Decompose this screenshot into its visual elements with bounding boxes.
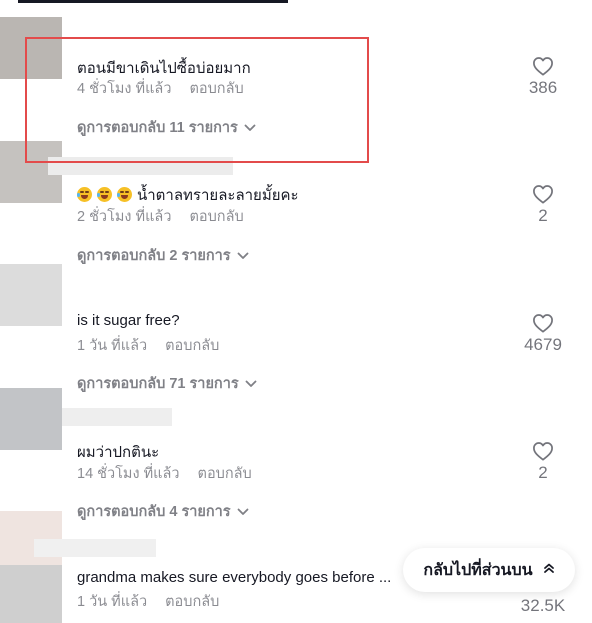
back-to-top-button[interactable]: กลับไปที่ส่วนบน	[403, 548, 575, 592]
like-count: 386	[528, 78, 558, 97]
avatar[interactable]	[0, 565, 62, 623]
comment-meta: 1 วัน ที่แล้ว ตอบกลับ	[77, 590, 219, 613]
comment-text: ผมว่าปกตินะ	[77, 444, 160, 461]
chevron-down-icon	[237, 248, 249, 264]
tab-underline-bar	[0, 0, 592, 3]
view-replies-label: ดูการตอบกลับ 71 รายการ	[77, 376, 239, 392]
username-blur	[34, 539, 156, 557]
view-replies-button[interactable]: ดูการตอบกลับ 2 รายการ	[77, 244, 249, 267]
view-replies-label: ดูการตอบกลับ 4 รายการ	[77, 504, 231, 520]
heart-outline-icon	[513, 441, 573, 461]
laughing-crying-emoji	[77, 187, 92, 202]
laughing-crying-emoji	[97, 187, 112, 202]
avatar[interactable]	[0, 264, 62, 326]
laughing-crying-emoji	[117, 187, 132, 202]
comment-meta: 1 วัน ที่แล้ว ตอบกลับ	[77, 334, 219, 357]
comment-meta: 14 ชั่วโมง ที่แล้ว ตอบกลับ	[77, 462, 252, 485]
view-replies-button[interactable]: ดูการตอบกลับ 4 รายการ	[77, 500, 249, 523]
comment-time: 1 วัน ที่แล้ว	[77, 338, 148, 354]
active-tab-indicator	[18, 0, 288, 3]
comment-text: grandma makes sure everybody goes before…	[77, 569, 392, 586]
like-button[interactable]: 2	[513, 184, 573, 226]
comment-meta: 2 ชั่วโมง ที่แล้ว ตอบกลับ	[77, 205, 244, 228]
like-count: 2	[538, 463, 548, 482]
reply-button[interactable]: ตอบกลับ	[189, 209, 243, 225]
comment-time: 2 ชั่วโมง ที่แล้ว	[77, 209, 172, 225]
heart-outline-icon	[513, 56, 573, 76]
back-to-top-label: กลับไปที่ส่วนบน	[423, 561, 533, 579]
chevron-down-icon	[245, 376, 257, 392]
reply-button[interactable]: ตอบกลับ	[198, 466, 252, 482]
comment-text: น้ำตาลทรายละลายมั้ยคะ	[77, 183, 299, 207]
heart-outline-icon	[513, 184, 573, 204]
like-button[interactable]: 386	[513, 56, 573, 98]
username-blur	[62, 408, 172, 426]
reply-button[interactable]: ตอบกลับ	[165, 594, 219, 610]
chevron-down-icon	[237, 504, 249, 520]
like-button[interactable]: 4679	[513, 313, 573, 355]
like-count: 4679	[524, 335, 562, 354]
like-count: 32.5K	[520, 596, 566, 615]
like-count: 2	[538, 206, 548, 225]
comment-text: is it sugar free?	[77, 312, 180, 329]
comment-time: 1 วัน ที่แล้ว	[77, 594, 148, 610]
comment-text-body: น้ำตาลทรายละลายมั้ยคะ	[137, 187, 299, 204]
view-replies-label: ดูการตอบกลับ 2 รายการ	[77, 248, 231, 264]
double-chevron-up-icon	[543, 561, 555, 579]
like-button[interactable]: 2	[513, 441, 573, 483]
comment-time: 14 ชั่วโมง ที่แล้ว	[77, 466, 180, 482]
heart-outline-icon	[513, 313, 573, 333]
highlight-box	[25, 37, 369, 163]
view-replies-button[interactable]: ดูการตอบกลับ 71 รายการ	[77, 372, 257, 395]
reply-button[interactable]: ตอบกลับ	[165, 338, 219, 354]
avatar[interactable]	[0, 388, 62, 450]
